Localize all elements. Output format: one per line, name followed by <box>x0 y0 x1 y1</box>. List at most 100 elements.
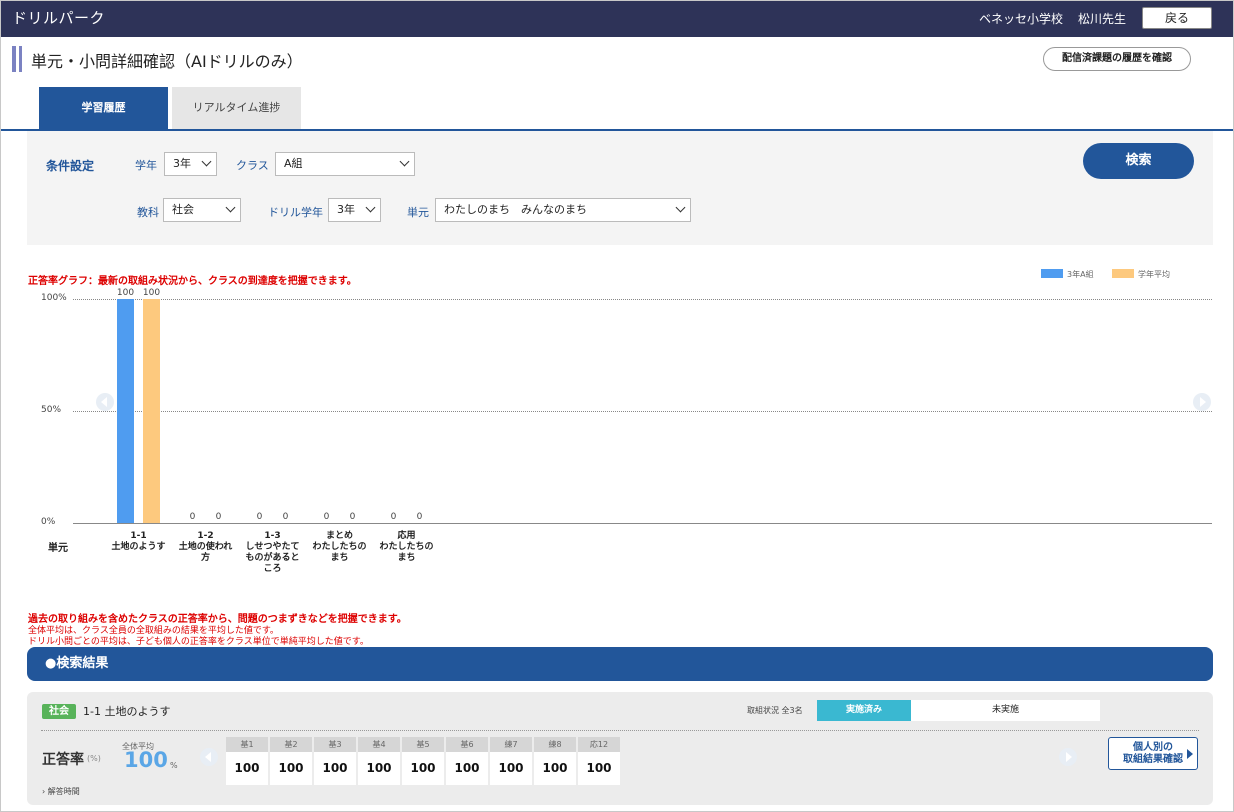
search-results-header: ●検索結果 <box>27 647 1213 681</box>
school-name: ベネッセ小学校 <box>979 12 1064 26</box>
cells-prev-icon[interactable] <box>200 748 218 766</box>
question-cell-value[interactable]: 100 <box>270 752 312 785</box>
chevron-down-icon <box>225 202 236 213</box>
question-cell-value[interactable]: 100 <box>534 752 576 785</box>
chevron-down-icon <box>675 202 686 213</box>
grade-select[interactable]: 3年 <box>164 152 217 176</box>
filter-panel: 条件設定 学年 3年 クラス A組 検索 教科 社会 ドリル学年 3年 単元 わ… <box>27 131 1213 245</box>
gridline <box>73 411 1212 412</box>
page-title: 単元・小問詳細確認（AIドリルのみ） <box>31 52 303 71</box>
tab-learning-history[interactable]: 学習履歴 <box>39 87 168 129</box>
chart-prev-icon[interactable] <box>96 393 114 411</box>
question-cell-value[interactable]: 100 <box>358 752 400 785</box>
individual-results-label: 個人別の 取組結果確認 <box>1123 742 1183 765</box>
chart-next-icon[interactable] <box>1193 393 1211 411</box>
answer-time-label: 解答時間 <box>47 787 80 796</box>
answer-time-link[interactable]: › 解答時間 <box>42 786 80 797</box>
drill-grade-label: ドリル学年 <box>268 206 323 219</box>
question-cell-header: 基6 <box>446 737 488 752</box>
card-divider <box>41 730 1199 731</box>
question-cell-value[interactable]: 100 <box>314 752 356 785</box>
class-select[interactable]: A組 <box>275 152 415 176</box>
question-cell-header: 基3 <box>314 737 356 752</box>
status-label: 取組状況 全3名 <box>747 706 803 715</box>
result-unit-name: 1-1 土地のようす <box>83 705 171 718</box>
subject-select[interactable]: 社会 <box>163 198 241 222</box>
unit-select[interactable]: わたしのまち みんなのまち <box>435 198 691 222</box>
app-title: ドリルパーク <box>12 9 106 27</box>
top-bar: ドリルパーク ベネッセ小学校 松川先生 戻る <box>1 1 1233 37</box>
title-accent-bar <box>12 46 16 72</box>
subject-select-value: 社会 <box>172 203 194 216</box>
search-button[interactable]: 検索 <box>1083 143 1194 179</box>
question-cell-header: 基5 <box>402 737 444 752</box>
question-cell-header: 練7 <box>490 737 532 752</box>
status-not-done-segment: 未実施 <box>911 700 1100 721</box>
legend-label: 学年平均 <box>1138 270 1170 279</box>
category-label: まとめ わたしたちの まち <box>312 531 367 563</box>
question-cell-header: 基2 <box>270 737 312 752</box>
bar-value-label: 0 <box>215 512 222 522</box>
teacher-name: 松川先生 <box>1078 12 1127 26</box>
triangle-right-icon <box>1187 749 1193 759</box>
bar <box>143 299 160 523</box>
question-average-note: ドリル小問ごとの平均は、子ども個人の正答率をクラス単位で単純平均した値です。 <box>28 637 369 647</box>
legend-label: 3年A組 <box>1067 270 1094 279</box>
question-cell-header: 応12 <box>578 737 620 752</box>
y-tick-label: 50% <box>41 405 62 415</box>
overall-average-percent: % <box>170 761 178 770</box>
question-cell-value[interactable]: 100 <box>490 752 532 785</box>
accuracy-unit: (%) <box>87 754 101 763</box>
chevron-down-icon <box>365 202 376 213</box>
bar-value-label: 0 <box>349 512 356 522</box>
question-cell-value[interactable]: 100 <box>578 752 620 785</box>
chevron-down-icon <box>201 156 212 167</box>
chevron-right-icon: › <box>42 787 46 796</box>
legend-swatch <box>1041 269 1063 278</box>
legend-swatch <box>1112 269 1134 278</box>
cells-next-icon[interactable] <box>1059 748 1077 766</box>
bar-value-label: 0 <box>282 512 289 522</box>
class-select-value: A組 <box>284 157 303 170</box>
result-card: 社会 1-1 土地のようす 取組状況 全3名 実施済み 未実施 正答率 (%) … <box>27 692 1213 805</box>
x-axis-label: 単元 <box>48 543 68 554</box>
category-label: 1-2 土地の使われ方 <box>178 531 233 563</box>
accuracy-label: 正答率 <box>42 752 84 768</box>
tab-realtime-progress[interactable]: リアルタイム進捗 <box>172 87 301 129</box>
unit-select-value: わたしのまち みんなのまち <box>444 203 587 216</box>
question-cell-header: 基4 <box>358 737 400 752</box>
gridline <box>73 299 1212 300</box>
title-accent-bar-2 <box>19 46 22 72</box>
overall-average-value: 100 <box>124 748 168 772</box>
grade-select-value: 3年 <box>173 157 191 170</box>
question-cell-value[interactable]: 100 <box>226 752 268 785</box>
y-tick-label: 0% <box>41 517 56 527</box>
app-window: ドリルパーク ベネッセ小学校 松川先生 戻る 単元・小問詳細確認（AIドリルのみ… <box>0 0 1234 812</box>
question-cell-value[interactable]: 100 <box>402 752 444 785</box>
status-done-segment: 実施済み <box>817 700 911 721</box>
x-axis-line <box>73 523 1212 524</box>
drill-grade-select-value: 3年 <box>337 203 355 216</box>
back-button[interactable]: 戻る <box>1142 7 1212 29</box>
bar-value-label: 100 <box>142 288 161 298</box>
question-cell-value[interactable]: 100 <box>446 752 488 785</box>
y-tick-label: 100% <box>41 293 67 303</box>
category-label: 1-1 土地のようす <box>111 531 166 552</box>
subject-badge: 社会 <box>42 704 76 719</box>
question-cell-header: 練8 <box>534 737 576 752</box>
class-label: クラス <box>236 159 269 172</box>
bar <box>117 299 134 523</box>
drill-grade-select[interactable]: 3年 <box>328 198 381 222</box>
subject-label: 教科 <box>137 206 159 219</box>
individual-results-button[interactable]: 個人別の 取組結果確認 <box>1108 737 1198 770</box>
chart-note: 正答率グラフ：最新の取組み状況から、クラスの到達度を把握できます。 <box>28 276 357 287</box>
filter-section-label: 条件設定 <box>46 159 95 173</box>
grade-label: 学年 <box>135 159 157 172</box>
assignment-history-button[interactable]: 配信済課題の履歴を確認 <box>1043 47 1191 71</box>
chevron-down-icon <box>399 156 410 167</box>
unit-label: 単元 <box>407 206 429 219</box>
bar-value-label: 0 <box>416 512 423 522</box>
category-label: 応用 わたしたちの まち <box>379 531 434 563</box>
question-cell-header: 基1 <box>226 737 268 752</box>
category-label: 1-3 しせつやたて ものがあると ころ <box>245 531 300 574</box>
